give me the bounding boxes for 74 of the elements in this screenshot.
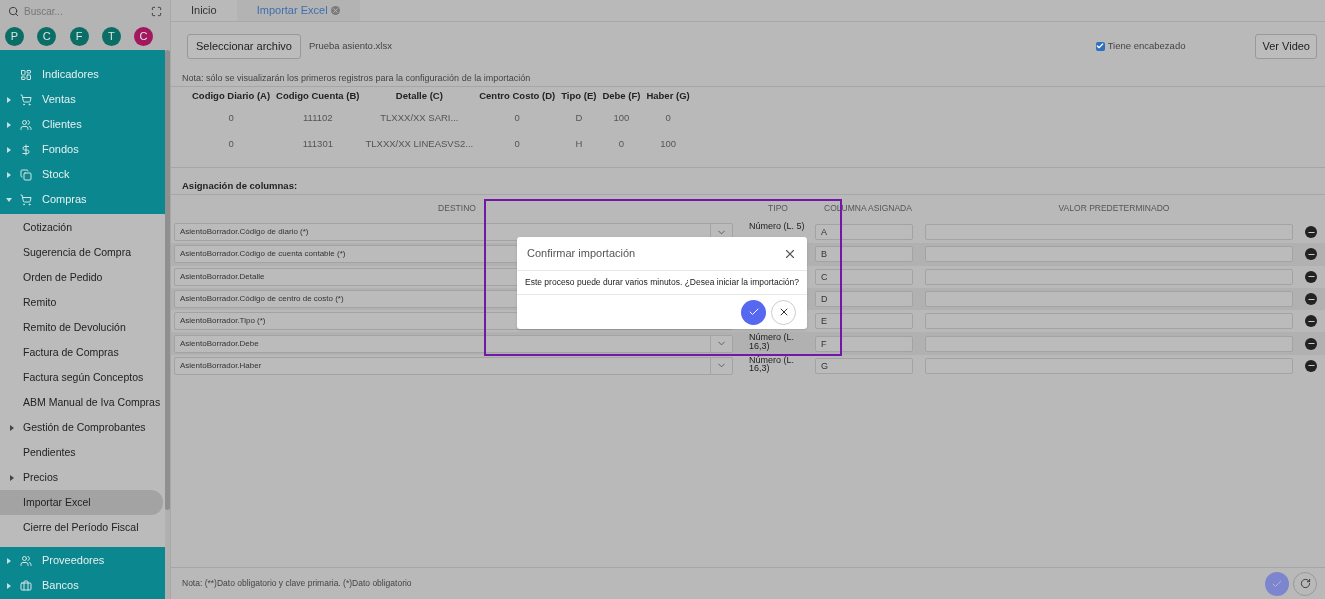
- type-text: Número (L. 16,3): [748, 354, 795, 373]
- search-field[interactable]: Buscar...: [24, 3, 146, 19]
- column-header: Codigo Cuenta (B): [275, 88, 361, 103]
- table-cell-text: 0: [664, 110, 672, 125]
- submenu-item[interactable]: Remito de Devolución: [0, 315, 165, 340]
- type-text: Número (L. 16,3): [748, 332, 795, 351]
- destination-select[interactable]: AsientoBorrador.Haber: [174, 356, 733, 375]
- column-field[interactable]: A: [815, 224, 913, 241]
- avatar[interactable]: T: [101, 26, 121, 46]
- column-header: Centro Costo (D): [478, 88, 557, 103]
- column-header: TIPO: [767, 201, 789, 215]
- table-cell-text: TLXXX/XX LINEASVS2...: [364, 136, 475, 151]
- table-cell-text: 0: [617, 136, 626, 151]
- submenu-item[interactable]: Cierre del Período Fiscal: [0, 515, 165, 540]
- footer-note: Nota: (**)Dato obligatorio y clave primaria. (*)Dato obligatorio: [182, 577, 413, 590]
- menu-item[interactable]: Stock: [0, 162, 165, 187]
- column-header: Tipo (E): [560, 88, 598, 103]
- type-text: Número (L. 5): [748, 221, 806, 231]
- submenu-item[interactable]: Factura de Compras: [0, 340, 165, 365]
- column-field[interactable]: C: [815, 268, 913, 285]
- column-field[interactable]: F: [815, 335, 913, 352]
- submenu-item[interactable]: Precios: [0, 465, 165, 490]
- dialog-title: Confirmar importación: [527, 246, 636, 262]
- column-field[interactable]: D: [815, 291, 913, 308]
- avatar[interactable]: P: [5, 26, 24, 46]
- avatar[interactable]: C: [37, 26, 57, 46]
- table-cell-text: 100: [612, 110, 631, 125]
- table-cell-text: 0: [513, 110, 521, 125]
- submenu-item[interactable]: Factura según Conceptos: [0, 365, 165, 390]
- menu-item[interactable]: Indicadores: [0, 62, 165, 87]
- table-cell-text: 111301: [301, 136, 334, 151]
- select-file-button[interactable]: Seleccionar archivo: [187, 33, 301, 59]
- menu-item[interactable]: Proveedores: [0, 548, 165, 573]
- table-cell-text: D: [574, 110, 584, 125]
- tab[interactable]: Inicio: [171, 0, 237, 21]
- dialog-message: Este proceso puede durar varios minutos. ¿Desea iniciar la importación?: [517, 271, 807, 295]
- submenu-item[interactable]: Sugerencia de Compra: [0, 240, 165, 265]
- column-header: Haber (G): [645, 88, 691, 103]
- column-header: VALOR PREDETERMINADO: [1057, 201, 1171, 215]
- column-header: Debe (F): [601, 88, 642, 103]
- table-cell-text: 0: [227, 136, 235, 151]
- menu-item[interactable]: Fondos: [0, 137, 165, 162]
- avatar[interactable]: F: [69, 26, 89, 46]
- table-cell-text: 0: [227, 110, 235, 125]
- destination-select[interactable]: AsientoBorrador.Debe: [174, 334, 733, 353]
- column-field[interactable]: E: [815, 313, 913, 330]
- table-cell-text: 100: [659, 136, 677, 151]
- menu-item[interactable]: Clientes: [0, 112, 165, 137]
- note-text: Nota: sólo se visualizarán los primeros registros para la configuración de la importación: [181, 72, 532, 85]
- video-button[interactable]: Ver Video: [1255, 33, 1317, 59]
- section-title: Asignación de columnas:: [181, 179, 299, 193]
- menu-item[interactable]: Bancos: [0, 573, 165, 598]
- table-cell-text: 0: [513, 136, 521, 151]
- submenu-item[interactable]: ABM Manual de Iva Compras: [0, 390, 165, 415]
- table-cell-text: 111102: [302, 110, 334, 125]
- column-field[interactable]: G: [815, 357, 913, 374]
- destination-select[interactable]: AsientoBorrador.Código de diario (*): [174, 223, 733, 242]
- column-field[interactable]: B: [815, 246, 913, 263]
- column-header: Codigo Diario (A): [191, 88, 272, 103]
- submenu-item[interactable]: Importar Excel: [0, 490, 163, 515]
- menu-item[interactable]: Ventas: [0, 87, 165, 112]
- checkbox-label: Tiene encabezado: [1107, 38, 1186, 53]
- avatar[interactable]: C: [134, 26, 153, 46]
- table-cell-text: TLXXX/XX SARI...: [379, 110, 460, 125]
- submenu-item[interactable]: Orden de Pedido: [0, 265, 165, 290]
- menu-item[interactable]: Compras: [0, 187, 165, 212]
- submenu-item[interactable]: Pendientes: [0, 440, 165, 465]
- file-name: Prueba asiento.xlsx: [309, 38, 392, 53]
- submenu-item[interactable]: Cotización: [0, 215, 165, 240]
- submenu-item[interactable]: Remito: [0, 290, 165, 315]
- table-cell-text: H: [574, 136, 584, 151]
- submenu-item[interactable]: Gestión de Comprobantes: [0, 415, 165, 440]
- column-header: Detalle (C): [394, 88, 444, 103]
- column-header: DESTINO: [437, 201, 477, 215]
